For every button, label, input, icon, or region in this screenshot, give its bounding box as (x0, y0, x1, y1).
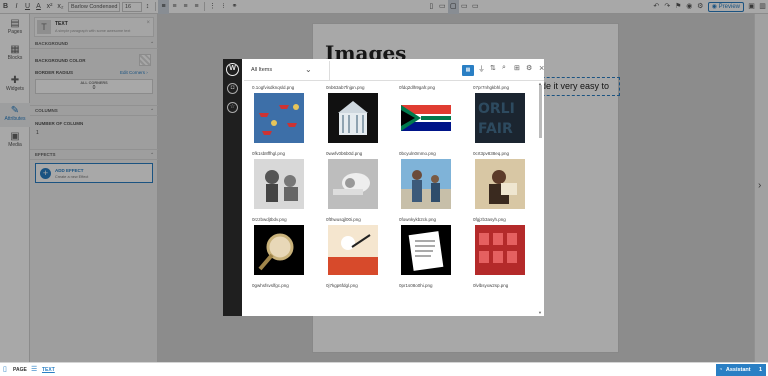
page-breadcrumb[interactable]: PAGE (13, 367, 27, 373)
media-item-thumbnail[interactable] (475, 225, 525, 275)
svg-text:ORLI: ORLI (478, 101, 515, 117)
media-item-filename: 0j7kgp6fdgl.png (326, 283, 358, 288)
media-item-thumbnail[interactable] (401, 159, 451, 209)
assistant-icon: ◔ (719, 367, 723, 373)
grid-view-icon[interactable]: ▦ (462, 65, 474, 76)
logo-icon: W (226, 63, 239, 76)
media-item-filename: 0rzzbwdjtbdv.png (252, 217, 287, 222)
media-item-filename: 0crt3pv838eq.png (473, 151, 510, 156)
close-icon[interactable]: × (539, 63, 544, 73)
modal-header: All Items ⌄ ▦ ⏚ ⇅ ⌕ ⊞ ⚙ × (244, 61, 544, 81)
media-item-thumbnail[interactable] (328, 93, 378, 143)
scroll-down-icon[interactable]: ▼ (538, 310, 542, 315)
favorites-icon[interactable]: ☆ (227, 102, 238, 113)
modal-sidebar: W ◘ ☆ (223, 59, 242, 316)
media-item-filename: 0nb63ab7fnjpn.png (326, 85, 365, 90)
media-item-thumbnail[interactable] (475, 159, 525, 209)
media-item-filename: 0wwfv0b6b0d.png (326, 151, 363, 156)
chevron-down-icon: ⌄ (305, 65, 312, 74)
media-item-filename: 0lvlbsyxw2sp.png (473, 283, 509, 288)
layout-icon[interactable]: ⊞ (514, 64, 520, 72)
media-item-thumbnail[interactable] (328, 159, 378, 209)
media-item-thumbnail[interactable] (328, 225, 378, 275)
media-item-filename: 0fk1sb8ffhgl.png (252, 151, 285, 156)
media-grid: 0.1ogfvisdknqsld.png 0nb63ab7fnjpn.png 0fd… (244, 81, 539, 316)
filter-icon[interactable]: ⏚ (478, 64, 485, 74)
media-item-thumbnail[interactable] (401, 225, 451, 275)
filter-select[interactable]: All Items ⌄ (251, 65, 312, 74)
media-item-filename: 0pr1s08o0hi.png (399, 283, 433, 288)
media-item-filename: 0bcyuln0mmo.png (399, 151, 436, 156)
assistant-label: Assistant (725, 367, 751, 373)
settings-icon[interactable]: ⚙ (526, 64, 532, 72)
image-library-icon[interactable]: ◘ (227, 83, 238, 94)
media-item-thumbnail[interactable] (254, 159, 304, 209)
svg-text:FAIR: FAIR (478, 121, 513, 137)
text-breadcrumb[interactable]: TEXT (42, 367, 55, 373)
media-item-thumbnail[interactable]: ORLI FAIR (475, 93, 525, 143)
scroll-up-icon[interactable]: ▲ (538, 81, 542, 86)
sort-icon[interactable]: ⇅ (490, 64, 496, 72)
assistant-button[interactable]: ◔ Assistant 1 (716, 364, 766, 376)
media-item-thumbnail[interactable] (401, 93, 451, 143)
media-item-thumbnail[interactable] (254, 93, 304, 143)
media-item-filename: 0fgjzb3asyh.png (473, 217, 506, 222)
assistant-count: 1 (758, 367, 762, 373)
header-divider (329, 61, 330, 81)
search-icon[interactable]: ⌕ (502, 64, 506, 72)
page-icon: ▯ (3, 366, 7, 373)
media-item-filename: 0fdq2dlh9gafr.png (399, 85, 436, 90)
media-item-filename: 0fownkykb2ck.png (399, 217, 437, 222)
media-item-filename: 07pr7nhgkbhl.png (473, 85, 510, 90)
media-item-filename: 0gwhsfsvslfgc.png (252, 283, 289, 288)
media-item-thumbnail[interactable] (254, 225, 304, 275)
status-bar: ▯ PAGE ☰ TEXT ◔ Assistant 1 (0, 362, 768, 376)
media-library-modal: W ◘ ☆ All Items ⌄ ▦ ⏚ ⇅ ⌕ ⊞ ⚙ × 0.1ogfvis… (223, 59, 544, 316)
text-icon: ☰ (31, 366, 38, 373)
media-item-filename: 0.1ogfvisdknqsld.png (252, 85, 295, 90)
filter-label: All Items (251, 67, 273, 73)
scrollbar-thumb[interactable] (539, 85, 542, 138)
media-item-filename: 0fthwusqjl00i.png (326, 217, 361, 222)
